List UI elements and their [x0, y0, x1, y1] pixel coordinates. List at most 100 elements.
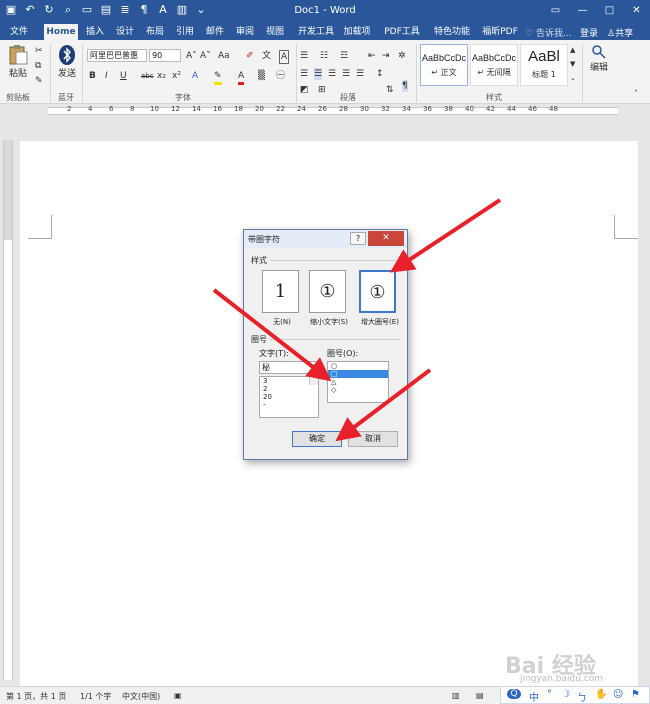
ime-item[interactable]: ☺ [613, 689, 623, 700]
tab-file[interactable]: 文件 [0, 24, 38, 40]
ime-item[interactable]: 中 [529, 689, 539, 704]
borders-icon[interactable]: ⊞ [318, 84, 326, 96]
text-input[interactable]: 秘 [259, 361, 319, 374]
maximize-icon[interactable]: □ [596, 0, 623, 22]
cut-icon[interactable]: ✂ [35, 45, 43, 57]
copy-icon[interactable]: ⧉ [35, 60, 41, 72]
justify-icon[interactable]: ☰ [342, 68, 350, 80]
cancel-button[interactable]: 取消 [348, 431, 398, 447]
style-option-shrink-text[interactable]: ① [309, 270, 346, 313]
style-normal[interactable]: AaBbCcDc ↵ 正文 [420, 44, 468, 86]
tab-mailings[interactable]: 邮件 [204, 24, 226, 40]
page-count[interactable]: 第 1 页，共 1 页 [6, 691, 66, 702]
circle-list[interactable]: ○ □ △ ◇ [327, 361, 389, 403]
macro-record-icon[interactable]: ▣ [174, 691, 182, 700]
shrink-font-icon[interactable]: A˅ [200, 50, 211, 62]
language-indicator[interactable]: 中文(中国) [122, 691, 160, 702]
login-link[interactable]: 登录 [580, 26, 598, 39]
character-shading-icon[interactable]: ▒ [258, 70, 265, 82]
change-case-icon[interactable]: Aa [218, 50, 230, 62]
font-color-button[interactable]: A [238, 70, 245, 85]
text-effects-button[interactable]: A [192, 70, 198, 82]
tab-pdf-tools[interactable]: PDF工具集 [380, 24, 424, 53]
line-spacing-icon[interactable]: ↕ [376, 68, 384, 80]
text-list-item[interactable]: - [260, 401, 318, 409]
increase-indent-icon[interactable]: ⇥ [382, 50, 390, 62]
style-no-spacing[interactable]: AaBbCcDc ↵ 无间隔 [470, 44, 518, 86]
underline-button[interactable]: U [120, 70, 127, 82]
style-option-none[interactable]: 1 [262, 270, 299, 313]
style-heading-1[interactable]: AaBl 标题 1 [520, 44, 568, 86]
paste-button[interactable]: 粘贴 [6, 44, 30, 79]
tab-review[interactable]: 审阅 [234, 24, 256, 40]
align-right-icon[interactable]: ☰ [328, 68, 336, 80]
phonetic-guide-icon[interactable]: 文 [262, 50, 271, 62]
tell-me-search[interactable]: ♡ 告诉我... [525, 26, 572, 39]
ime-item[interactable]: ° [547, 689, 552, 700]
tab-layout[interactable]: 布局 [144, 24, 166, 40]
bold-button[interactable]: B [89, 70, 96, 82]
tab-foxit-pdf[interactable]: 福昕PDF [480, 24, 520, 40]
ribbon-display-icon[interactable]: ▭ [542, 0, 569, 22]
text-list-scrollbar[interactable] [309, 377, 318, 385]
chinese-layout-icon[interactable]: ✲ [398, 50, 406, 62]
tab-developer[interactable]: 开发工具 [296, 24, 336, 40]
minimize-icon[interactable]: — [569, 0, 596, 22]
ime-item[interactable]: ✋ [595, 689, 607, 700]
close-dialog-button[interactable]: ✕ [368, 231, 404, 246]
strikethrough-button[interactable]: abc [141, 70, 154, 82]
word-count[interactable]: 1/1 个字 [80, 691, 111, 702]
editing-button[interactable]: 编辑 [588, 44, 610, 73]
tab-home[interactable]: Home [44, 24, 78, 40]
tab-featured[interactable]: 特色功能 [432, 24, 472, 40]
show-marks-icon[interactable]: ¶ [402, 80, 408, 92]
italic-button[interactable]: I [105, 70, 108, 82]
text-list-item[interactable]: 2 [260, 385, 318, 393]
format-painter-icon[interactable]: ✎ [35, 75, 43, 87]
text-list-item[interactable]: 20 [260, 393, 318, 401]
styles-down-icon[interactable]: ▼ [570, 58, 575, 70]
vertical-ruler[interactable] [3, 140, 13, 680]
share-button[interactable]: ♙共享 [607, 26, 633, 39]
styles-up-icon[interactable]: ▲ [570, 44, 575, 56]
multilevel-list-icon[interactable]: ☲ [340, 50, 348, 62]
circle-option-square[interactable]: □ [328, 370, 388, 378]
text-list[interactable]: 3 2 20 - [259, 376, 319, 418]
read-mode-icon[interactable]: ▥ [452, 691, 460, 700]
ime-item[interactable]: ⚑ [631, 689, 640, 700]
decrease-indent-icon[interactable]: ⇤ [368, 50, 376, 62]
tab-insert[interactable]: 插入 [84, 24, 106, 40]
close-window-icon[interactable]: ✕ [623, 0, 650, 22]
circle-option-circle[interactable]: ○ [328, 362, 388, 370]
bullets-icon[interactable]: ☰ [300, 50, 308, 62]
circle-option-triangle[interactable]: △ [328, 378, 388, 386]
ime-item[interactable]: ☽ [561, 689, 570, 700]
shading-icon[interactable]: ◩ [300, 84, 309, 96]
clear-formatting-icon[interactable]: ✐ [246, 50, 254, 62]
subscript-button[interactable]: x₂ [157, 70, 166, 82]
ime-logo-icon[interactable]: Q [507, 689, 521, 699]
numbering-icon[interactable]: ☷ [320, 50, 328, 62]
superscript-button[interactable]: x² [172, 70, 181, 82]
tab-view[interactable]: 视图 [264, 24, 286, 40]
collapse-ribbon-icon[interactable]: ˄ [634, 88, 638, 100]
grow-font-icon[interactable]: A˄ [186, 50, 197, 62]
ime-item[interactable]: ㄅ [577, 689, 587, 704]
horizontal-ruler[interactable]: 2 4 6 8 10 12 14 16 18 20 22 24 26 28 30… [0, 104, 650, 118]
character-border-icon[interactable]: A [279, 50, 290, 64]
distributed-icon[interactable]: ☰ [356, 68, 364, 80]
tab-references[interactable]: 引用 [174, 24, 196, 40]
styles-more-icon[interactable]: ⌄ [570, 72, 576, 84]
bluetooth-send-button[interactable]: 发送 [54, 44, 80, 79]
ok-button[interactable]: 确定 [292, 431, 342, 447]
font-size-box[interactable]: 90 [149, 49, 181, 62]
style-option-enlarge-symbol[interactable]: ① [359, 270, 396, 313]
align-center-icon[interactable]: ☰ [314, 68, 323, 80]
font-name-box[interactable]: 阿里巴巴普惠 [87, 49, 147, 62]
highlight-color-icon[interactable]: ✎ [214, 70, 222, 85]
help-button[interactable]: ? [350, 232, 366, 245]
sort-icon[interactable]: ⇅ [386, 84, 394, 96]
enclose-characters-icon[interactable]: ㊀ [276, 70, 285, 82]
align-left-icon[interactable]: ☰ [300, 68, 308, 80]
tab-addins[interactable]: 加载项 [342, 24, 372, 40]
